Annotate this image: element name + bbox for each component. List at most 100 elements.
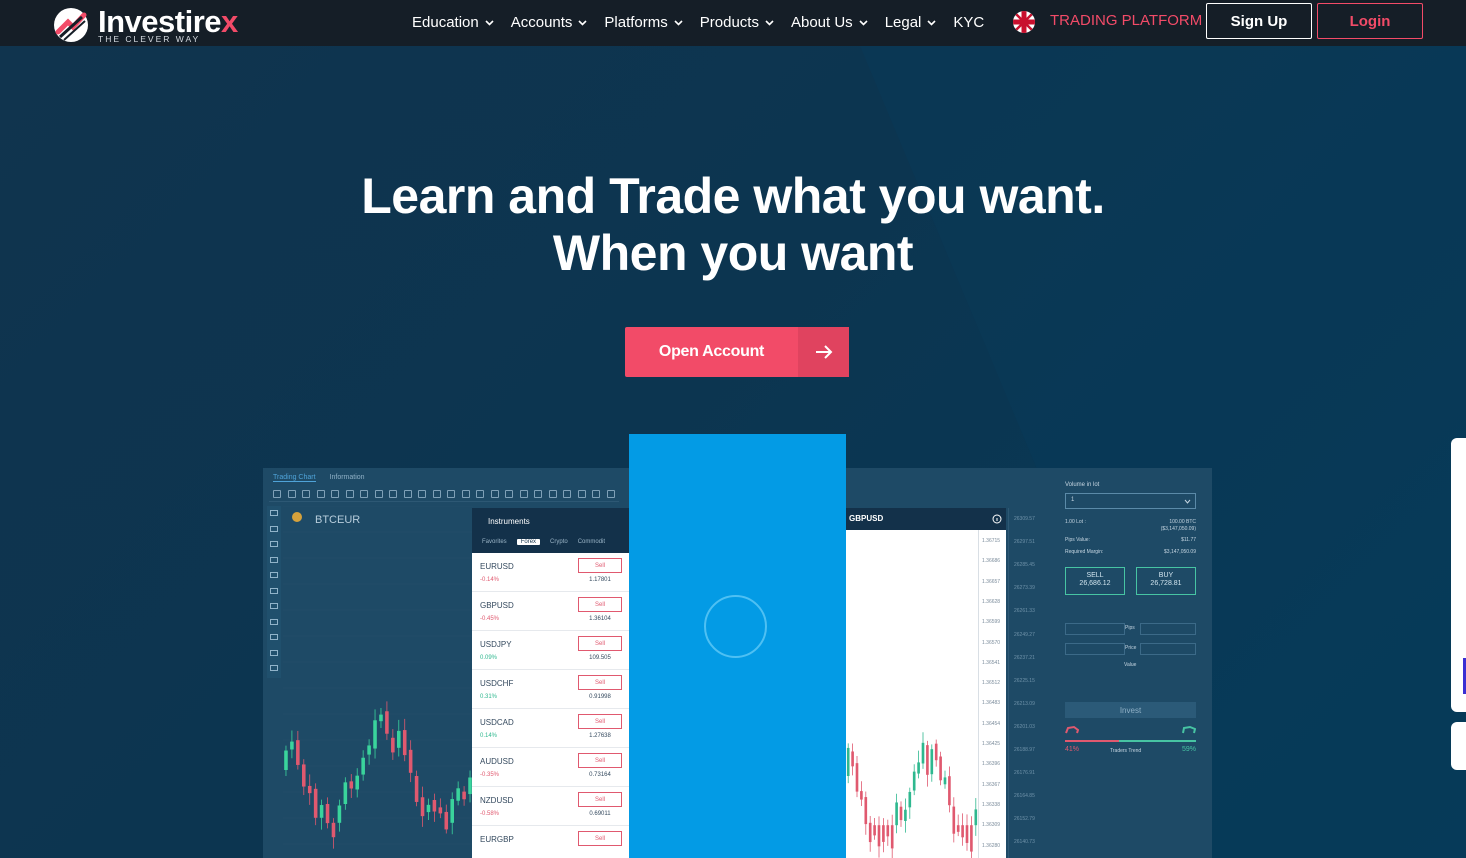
instrument-tab[interactable]: Crypto <box>550 539 568 545</box>
instrument-tab[interactable]: Favorites <box>482 539 507 545</box>
toolbar-tool-icon[interactable] <box>577 490 586 498</box>
trading-platform-link[interactable]: TRADING PLATFORM <box>1050 12 1202 29</box>
buy-order-button[interactable]: BUY 26,728.81 <box>1136 567 1196 595</box>
toolbar-tool-icon[interactable] <box>389 490 397 498</box>
instrument-tab[interactable]: Forex <box>516 539 541 545</box>
instrument-row[interactable]: USDCAD 0.14% Sell 1.27638 <box>472 709 632 748</box>
side-widget-card-2[interactable] <box>1451 722 1466 770</box>
drawing-tool-icon[interactable] <box>270 541 278 547</box>
price-scale-tick: 26188.97 <box>1014 747 1035 753</box>
toolbar-tool-icon[interactable] <box>490 490 499 498</box>
toolbar-tool-icon[interactable] <box>302 490 310 498</box>
sell-button[interactable]: Sell <box>578 558 622 573</box>
toolbar-tool-icon[interactable] <box>432 490 441 498</box>
toolbar-tool-icon[interactable] <box>447 490 455 498</box>
toolbar-tool-icon[interactable] <box>563 490 571 498</box>
login-button[interactable]: Login <box>1317 3 1423 39</box>
instrument-symbol: AUDUSD <box>480 757 514 766</box>
toolbar-tool-icon[interactable] <box>287 490 296 498</box>
order-panel: Volume in lot 1 1.00 Lot : 100.00 BTC ($… <box>1058 478 1208 848</box>
price-input[interactable] <box>1140 643 1196 655</box>
toolbar-tool-icon[interactable] <box>592 490 600 498</box>
open-account-button[interactable]: Open Account <box>625 327 849 377</box>
drawing-tool-icon[interactable] <box>270 634 278 640</box>
toolbar-tool-icon[interactable] <box>461 490 470 498</box>
sell-button[interactable]: Sell <box>578 792 622 807</box>
drawing-tool-icon[interactable] <box>270 649 278 656</box>
toolbar-tool-icon[interactable] <box>374 490 383 498</box>
price-scale: 26309.57 26297.51 26285.45 26273.39 26261.33… <box>1008 508 1048 858</box>
candle-body <box>943 777 947 785</box>
nav-item-about-us[interactable]: About Us <box>791 14 869 31</box>
nav-item-kyc[interactable]: KYC <box>953 14 984 31</box>
uk-flag-icon[interactable] <box>1013 11 1035 33</box>
tab-trading-chart: Trading Chart <box>273 474 316 482</box>
toolbar-tool-icon[interactable] <box>316 490 325 498</box>
sell-button[interactable]: Sell <box>578 675 622 690</box>
nav-item-products[interactable]: Products <box>700 14 775 31</box>
toolbar-tool-icon[interactable] <box>331 490 339 498</box>
price-scale-tick: 26201.03 <box>1014 723 1035 730</box>
candle-body <box>438 807 443 814</box>
instrument-tab[interactable]: Commodit <box>578 539 605 545</box>
toolbar-tool-icon[interactable] <box>548 490 557 498</box>
instrument-row[interactable]: GBPUSD -0.45% Sell 1.36104 <box>472 592 632 631</box>
nav-item-platforms[interactable]: Platforms <box>604 14 683 31</box>
toolbar-tool-icon[interactable] <box>606 490 615 498</box>
pips-input[interactable] <box>1140 623 1196 635</box>
price-tick: 1.36657 <box>982 578 1001 585</box>
price-scale-tick: 26225.15 <box>1014 677 1035 684</box>
toolbar-tool-icon[interactable] <box>418 490 426 498</box>
drawing-tool-icon[interactable] <box>270 510 278 516</box>
drawing-tool-icon[interactable] <box>270 525 278 532</box>
sell-button[interactable]: Sell <box>578 753 622 768</box>
sell-button[interactable]: Sell <box>578 597 622 612</box>
candle-body <box>337 805 342 823</box>
drawing-tool-icon[interactable] <box>270 665 278 671</box>
instrument-row[interactable]: EURGBP Sell <box>472 826 632 858</box>
toolbar-tool-icon[interactable] <box>403 490 412 498</box>
nav-item-legal[interactable]: Legal <box>885 14 938 31</box>
instrument-row[interactable]: AUDUSD -0.35% Sell 0.73164 <box>472 748 632 787</box>
sell-button[interactable]: Sell <box>578 831 622 846</box>
candle-body <box>868 822 872 843</box>
sell-order-button[interactable]: SELL 26,686.12 <box>1065 567 1125 595</box>
sell-button[interactable]: Sell <box>578 714 622 729</box>
value-label: Value <box>1124 662 1137 668</box>
nav-item-accounts[interactable]: Accounts <box>511 14 589 31</box>
buy-percentage: 59% <box>1182 746 1197 753</box>
drawing-tool-icon[interactable] <box>270 587 278 594</box>
side-widget-card[interactable] <box>1451 438 1466 712</box>
instrument-row[interactable]: NZDUSD -0.58% Sell 0.69011 <box>472 787 632 826</box>
toolbar-tool-icon[interactable] <box>519 490 528 498</box>
signup-button[interactable]: Sign Up <box>1206 3 1312 39</box>
instrument-row[interactable]: USDCHF 0.31% Sell 0.91998 <box>472 670 632 709</box>
toolbar-tool-icon[interactable] <box>360 490 368 498</box>
toolbar-tool-icon[interactable] <box>345 490 354 498</box>
drawing-tool-icon[interactable] <box>270 618 278 625</box>
candle-body <box>939 756 942 781</box>
volume-select[interactable]: 1 <box>1065 493 1196 509</box>
toolbar-tool-icon[interactable] <box>505 490 513 498</box>
candle-body <box>873 825 876 836</box>
pips-stepper[interactable] <box>1065 623 1125 635</box>
drawing-tool-icon[interactable] <box>270 603 278 609</box>
instrument-row[interactable]: EURUSD -0.14% Sell 1.17801 <box>472 553 632 592</box>
drawing-tool-icon[interactable] <box>270 572 278 578</box>
invest-button[interactable]: Invest <box>1065 702 1196 718</box>
candle-body <box>456 788 460 801</box>
instrument-row[interactable]: USDJPY 0.09% Sell 109.505 <box>472 631 632 670</box>
instrument-change: -0.45% <box>480 616 500 622</box>
price-stepper[interactable] <box>1065 643 1125 655</box>
toolbar-tool-icon[interactable] <box>476 490 484 498</box>
sell-button[interactable]: Sell <box>578 636 622 651</box>
sell-price: 26,686.12 <box>1079 580 1111 587</box>
traders-trend-bar <box>1065 740 1196 742</box>
toolbar-tool-icon[interactable] <box>534 490 542 498</box>
drawing-tool-icon[interactable] <box>270 556 278 563</box>
toolbar-tool-icon[interactable] <box>273 490 281 498</box>
gbpusd-price-axis: 1.36715 1.36686 1.36657 1.36628 1.36599 1.365… <box>978 530 1006 858</box>
brand-logo[interactable]: Investirex THE CLEVER WAY <box>52 4 262 44</box>
nav-item-education[interactable]: Education <box>412 14 495 31</box>
candle-body <box>882 825 885 842</box>
